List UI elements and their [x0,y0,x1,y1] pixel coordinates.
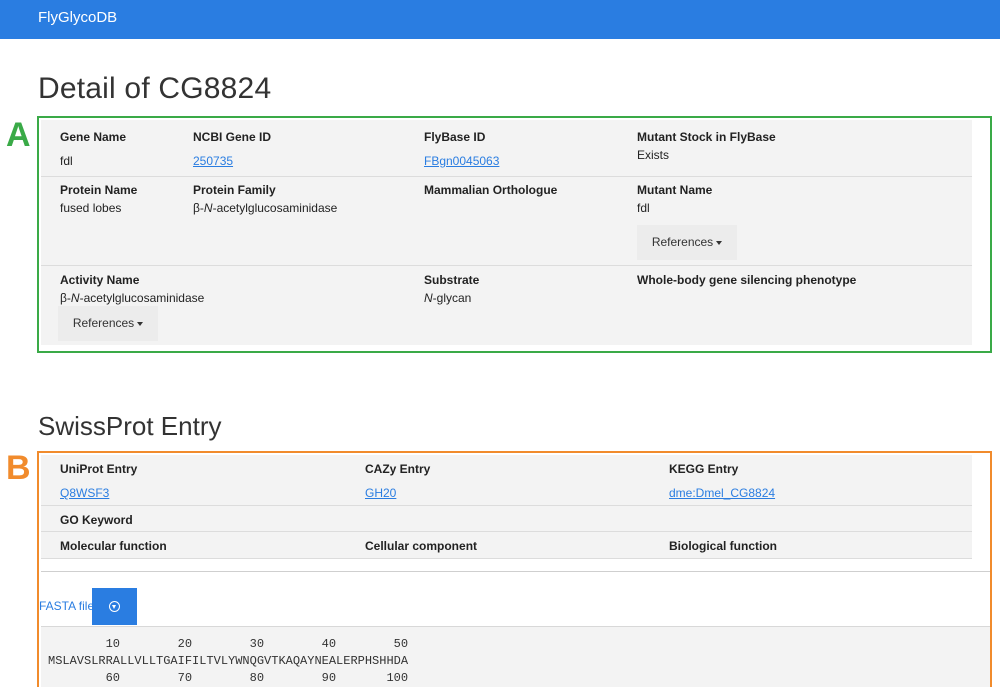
flybase-id-label: FlyBase ID [424,130,486,144]
row-divider [41,505,972,506]
mutant-stock-label: Mutant Stock in FlyBase [637,130,776,144]
activity-references-button[interactable]: References [58,306,158,341]
ncbi-gene-id-label: NCBI Gene ID [193,130,272,144]
panel-label-b: B [6,449,31,487]
sequence-box: 10 20 30 40 50 MSLAVSLRRALLVLLTGAIFILTVL… [41,626,990,687]
kegg-entry-link[interactable]: dme:Dmel_CG8824 [669,486,775,500]
row-divider [41,265,972,266]
cazy-entry-label: CAZy Entry [365,462,431,476]
detail-table [41,120,972,345]
fasta-file-link[interactable]: FASTA file [39,599,94,613]
navbar: FlyGlycoDB [0,0,1000,39]
flybase-id-link[interactable]: FBgn0045063 [424,154,499,168]
biological-function-label: Biological function [669,539,777,553]
brand-link[interactable]: FlyGlycoDB [38,9,117,26]
silencing-phenotype-label: Whole-body gene silencing phenotype [637,273,857,287]
mutant-references-button[interactable]: References [637,225,737,260]
activity-name-value: β-N-acetylglucosaminidase [60,291,205,305]
ncbi-gene-id-link[interactable]: 250735 [193,154,233,168]
cellular-component-label: Cellular component [365,539,478,553]
substrate-label: Substrate [424,273,480,287]
gene-name-value: fdl [60,154,73,168]
molecular-function-label: Molecular function [60,539,167,553]
uniprot-entry-link[interactable]: Q8WSF3 [60,486,109,500]
cazy-entry-link[interactable]: GH20 [365,486,396,500]
kegg-entry-label: KEGG Entry [669,462,739,476]
row-divider [41,176,972,177]
substrate-value: N-glycan [424,291,472,305]
protein-name-value: fused lobes [60,201,122,215]
sequence-ruler-bottom: 60 70 80 90 100 [48,671,409,685]
protein-family-label: Protein Family [193,183,276,197]
swissprot-table [41,455,972,559]
protein-family-value: β-N-acetylglucosaminidase [193,201,338,215]
protein-name-label: Protein Name [60,183,138,197]
row-divider [41,558,972,559]
panel-label-a: A [6,116,31,154]
download-circle-icon [109,601,120,612]
caret-down-icon [137,321,144,326]
section-divider [41,571,990,572]
sequence-line: MSLAVSLRRALLVLLTGAIFILTVLYWNQGVTKAQAYNEA… [48,654,409,668]
fasta-download-button[interactable] [92,588,137,625]
go-keyword-label: GO Keyword [60,513,133,527]
swissprot-section-title: SwissProt Entry [38,411,222,441]
row-divider [41,531,972,532]
page-title: Detail of CG8824 [38,72,272,105]
caret-down-icon [716,240,723,245]
mammalian-orthologue-label: Mammalian Orthologue [424,183,558,197]
sequence-ruler-top: 10 20 30 40 50 [48,637,409,651]
gene-name-label: Gene Name [60,130,127,144]
mutant-name-label: Mutant Name [637,183,713,197]
uniprot-entry-label: UniProt Entry [60,462,138,476]
activity-name-label: Activity Name [60,273,140,287]
mutant-stock-value: Exists [637,148,670,162]
mutant-name-value: fdl [637,201,650,215]
